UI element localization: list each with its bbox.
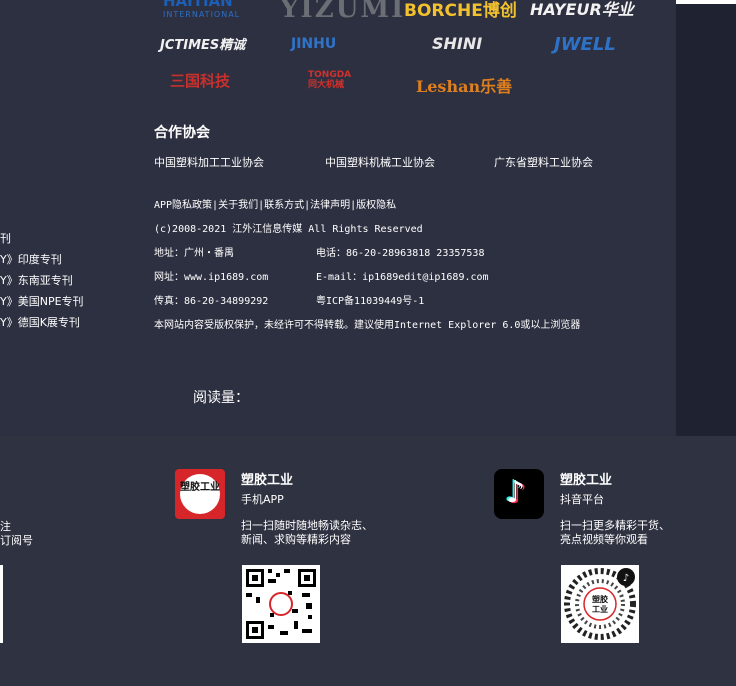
copyright-notice: 本网站内容受版权保护，未经许可不得转载。建议使用Internet Explore… [154, 320, 581, 331]
svg-text:塑胶: 塑胶 [592, 594, 608, 604]
logo-jinhu[interactable]: JINHU [291, 36, 336, 52]
left-list-item[interactable]: Y》印度专刊 [0, 251, 62, 267]
svg-text:工业: 工业 [592, 604, 608, 614]
qr-code-app [242, 565, 320, 643]
app-desc-line: 新闻、求购等精彩内容 [241, 533, 351, 546]
logo-jwell[interactable]: JWELL [554, 34, 616, 55]
associations-title: 合作协会 [154, 125, 210, 141]
association-link[interactable]: 广东省塑料工业协会 [494, 154, 593, 170]
app-title: 塑胶工业 [241, 473, 294, 488]
logo-hayeur[interactable]: HAYEUR华业 [530, 0, 634, 20]
tiktok-icon: ♪ [494, 469, 544, 519]
left-list-item[interactable]: Y》美国NPE专刊 [0, 293, 84, 309]
logo-sanxie[interactable]: 三国科技 [170, 70, 230, 91]
copyright-text: (c)2008-2021 江外江信息传媒 All Rights Reserved [154, 224, 423, 235]
left-list-item[interactable]: Y》东南亚专刊 [0, 272, 73, 288]
website-text[interactable]: 网址：www.ip1689.com [154, 268, 268, 283]
logo-leshan[interactable]: Leshan乐善 [416, 73, 512, 97]
app-subtitle: 抖音平台 [560, 493, 604, 506]
qr-code-partial [0, 565, 3, 643]
right-sidebar-strip [676, 0, 736, 436]
logo-haitian[interactable]: HAITIAN INTERNATIONAL [163, 0, 240, 22]
svg-text:♪: ♪ [623, 573, 629, 584]
app-desc-line: 亮点视频等你观看 [560, 533, 648, 546]
phone-text: 电话：86-20-28963818 23357538 [316, 248, 485, 259]
association-link[interactable]: 中国塑料机械工业协会 [325, 154, 435, 170]
app-desc-line: 扫一扫随时随地畅读杂志、 [241, 519, 373, 532]
left-partial-text: 订阅号 [0, 534, 33, 547]
app-desc-line: 扫一扫更多精彩干货、 [560, 519, 670, 532]
footer-partners-section [0, 0, 676, 436]
logo-yizumi[interactable]: YIZUMI [280, 0, 405, 24]
email-text[interactable]: E-mail：ip1689edit@ip1689.com [316, 268, 489, 283]
read-count-label: 阅读量： [193, 390, 249, 406]
left-list-item[interactable]: 刊 [0, 230, 11, 246]
footer-links[interactable]: APP隐私政策|关于我们|联系方式|法律声明|版权隐私 [154, 196, 396, 211]
address-text: 地址：广州・番禺 [154, 248, 234, 259]
logo-tongda[interactable]: TONGDA 同大机械 [308, 70, 351, 90]
footer-apps-section [0, 436, 736, 686]
icp-link[interactable]: 粤ICP备11039449号-1 [316, 292, 424, 307]
qr-code-tiktok: 塑胶 工业 ♪ [561, 565, 639, 643]
association-link[interactable]: 中国塑料加工工业协会 [154, 154, 264, 170]
left-list-item[interactable]: Y》德国K展专刊 [0, 314, 80, 330]
app-logo-icon: 塑胶工业 [175, 469, 225, 519]
app-logo-text: 塑胶工业 [180, 474, 220, 514]
fax-text: 传真：86-20-34899292 [154, 296, 269, 307]
app-subtitle: 手机APP [241, 493, 284, 506]
logo-borche[interactable]: BORCHE博创 [404, 0, 517, 21]
logo-shini[interactable]: SHINI [432, 34, 482, 53]
app-title: 塑胶工业 [560, 473, 613, 488]
logo-jctimes[interactable]: JCTIMES精诚 [160, 34, 245, 53]
